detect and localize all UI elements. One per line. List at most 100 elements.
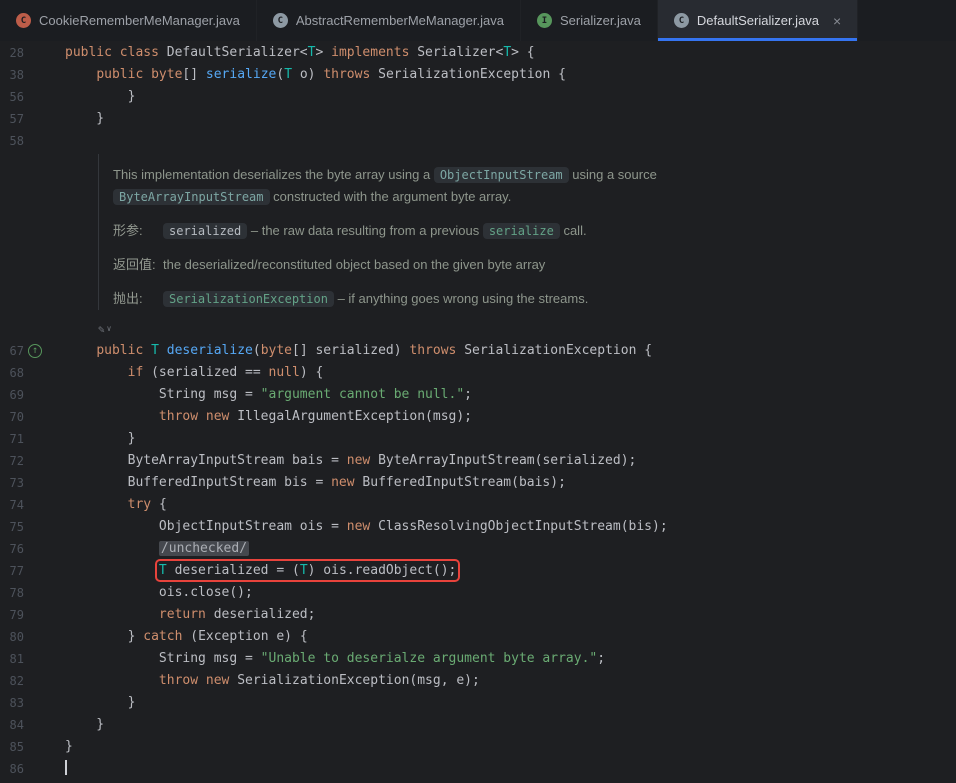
doc-text: constructed with the argument byte array… <box>270 189 512 204</box>
line-number[interactable]: 78 <box>0 582 24 604</box>
code-text[interactable]: BufferedInputStream bis = new BufferedIn… <box>65 472 956 494</box>
doc-text: – the raw data resulting from a previous <box>247 223 483 238</box>
tab-label: Serializer.java <box>560 13 641 28</box>
gutter: 56 <box>0 86 65 108</box>
code-line: 68 if (serialized == null) { <box>0 362 956 384</box>
code-line: 82 throw new SerializationException(msg,… <box>0 670 956 692</box>
code-text[interactable]: throw new IllegalArgumentException(msg); <box>65 406 956 428</box>
doc-description: This implementation deserializes the byt… <box>113 164 956 208</box>
line-number[interactable]: 58 <box>0 130 24 152</box>
editor-tab-cookieremembermemanager[interactable]: CCookieRememberMeManager.java <box>0 0 257 41</box>
gutter: 85 <box>0 736 65 758</box>
implementing-method-icon[interactable]: ↑ <box>28 344 42 358</box>
line-number[interactable]: 75 <box>0 516 24 538</box>
line-number[interactable]: 69 <box>0 384 24 406</box>
code-text[interactable]: String msg = "argument cannot be null."; <box>65 384 956 406</box>
line-number[interactable]: 67 <box>0 340 24 362</box>
line-number[interactable]: 71 <box>0 428 24 450</box>
line-number[interactable]: 79 <box>0 604 24 626</box>
gutter: 79 <box>0 604 65 626</box>
code-line: 67 ↑ public T deserialize(byte[] serializ… <box>0 340 956 362</box>
line-number[interactable]: 76 <box>0 538 24 560</box>
code-text[interactable] <box>65 130 956 152</box>
code-text[interactable]: ByteArrayInputStream bais = new ByteArra… <box>65 450 956 472</box>
code-text[interactable]: return deserialized; <box>65 604 956 626</box>
rendered-doc-edit-icon[interactable]: ✎∨ <box>98 320 111 339</box>
doc-paragraph-line: ByteArrayInputStream constructed with th… <box>113 186 956 208</box>
code-text[interactable]: ObjectInputStream ois = new ClassResolvi… <box>65 516 956 538</box>
gutter: 76 <box>0 538 65 560</box>
line-number[interactable]: 72 <box>0 450 24 472</box>
interface-icon: I <box>537 13 552 28</box>
line-number[interactable]: 74 <box>0 494 24 516</box>
doc-text: using a source <box>569 167 657 182</box>
code-text[interactable] <box>65 758 956 780</box>
code-lines-top: 28 public class DefaultSerializer<T> impl… <box>0 42 956 152</box>
line-number[interactable]: 80 <box>0 626 24 648</box>
line-number[interactable]: 73 <box>0 472 24 494</box>
line-number[interactable]: 38 <box>0 64 24 86</box>
code-text[interactable]: try { <box>65 494 956 516</box>
code-text[interactable]: } <box>65 108 956 130</box>
code-text[interactable]: public byte[] serialize(T o) throws Seri… <box>65 64 956 86</box>
code-line: 76 /unchecked/ <box>0 538 956 560</box>
code-line: 57 } <box>0 108 956 130</box>
line-number[interactable]: 84 <box>0 714 24 736</box>
code-text[interactable]: } <box>65 736 956 758</box>
code-line: 71 } <box>0 428 956 450</box>
gutter: 83 <box>0 692 65 714</box>
editor-tab-defaultserializer[interactable]: CDefaultSerializer.java× <box>658 0 858 41</box>
line-number[interactable]: 85 <box>0 736 24 758</box>
line-number[interactable]: 57 <box>0 108 24 130</box>
line-number[interactable]: 56 <box>0 86 24 108</box>
doc-code-ref: ObjectInputStream <box>434 167 569 183</box>
folded-annotation[interactable]: /unchecked/ <box>159 541 249 556</box>
code-text[interactable]: if (serialized == null) { <box>65 362 956 384</box>
doc-text: This implementation deserializes the byt… <box>113 167 434 182</box>
doc-tag-entry: 形参:serialized – the raw data resulting f… <box>113 220 956 242</box>
code-text[interactable]: } <box>65 692 956 714</box>
doc-tag-label: 形参: <box>113 220 163 242</box>
code-text[interactable]: ois.close(); <box>65 582 956 604</box>
editor[interactable]: 28 public class DefaultSerializer<T> impl… <box>0 41 956 783</box>
doc-tag-label: 抛出: <box>113 288 163 310</box>
doc-paragraph-line: This implementation deserializes the byt… <box>113 164 956 186</box>
line-number[interactable]: 81 <box>0 648 24 670</box>
code-text[interactable]: } catch (Exception e) { <box>65 626 956 648</box>
code-text[interactable]: } <box>65 714 956 736</box>
gutter: 28 <box>0 42 65 64</box>
code-text[interactable]: String msg = "Unable to deserialze argum… <box>65 648 956 670</box>
code-text[interactable]: T deserialized = (T) ois.readObject(); <box>65 560 956 582</box>
doc-code-link[interactable]: serialize <box>483 223 560 239</box>
editor-tab-abstractremembermemanager[interactable]: C AbstractRememberMeManager.java <box>257 0 521 41</box>
code-text[interactable]: } <box>65 86 956 108</box>
gutter: 72 <box>0 450 65 472</box>
line-number[interactable]: 28 <box>0 42 24 64</box>
gutter: 69 <box>0 384 65 406</box>
tab-label: AbstractRememberMeManager.java <box>296 13 504 28</box>
code-line: 69 String msg = "argument cannot be null… <box>0 384 956 406</box>
gutter: 84 <box>0 714 65 736</box>
line-number[interactable]: 68 <box>0 362 24 384</box>
code-line: 74 try { <box>0 494 956 516</box>
line-number[interactable]: 70 <box>0 406 24 428</box>
line-number[interactable]: 82 <box>0 670 24 692</box>
code-line: 85} <box>0 736 956 758</box>
chevron-down-icon: ∨ <box>107 324 112 333</box>
code-text[interactable]: throw new SerializationException(msg, e)… <box>65 670 956 692</box>
code-text[interactable]: public class DefaultSerializer<T> implem… <box>65 42 956 64</box>
class-icon: C <box>273 13 288 28</box>
line-number[interactable]: 86 <box>0 758 24 780</box>
text-caret <box>65 760 67 775</box>
line-number[interactable]: 77 <box>0 560 24 582</box>
code-line: 38 public byte[] serialize(T o) throws S… <box>0 64 956 86</box>
line-number[interactable]: 83 <box>0 692 24 714</box>
code-line: 79 return deserialized; <box>0 604 956 626</box>
code-text[interactable]: } <box>65 428 956 450</box>
tab-close-icon[interactable]: × <box>833 14 841 28</box>
doc-code-link[interactable]: SerializationException <box>163 291 334 307</box>
code-text[interactable]: /unchecked/ <box>65 538 956 560</box>
gutter: 67 ↑ <box>0 340 65 362</box>
editor-tab-serializer[interactable]: I Serializer.java <box>521 0 658 41</box>
code-text[interactable]: public T deserialize(byte[] serialized) … <box>65 340 956 362</box>
